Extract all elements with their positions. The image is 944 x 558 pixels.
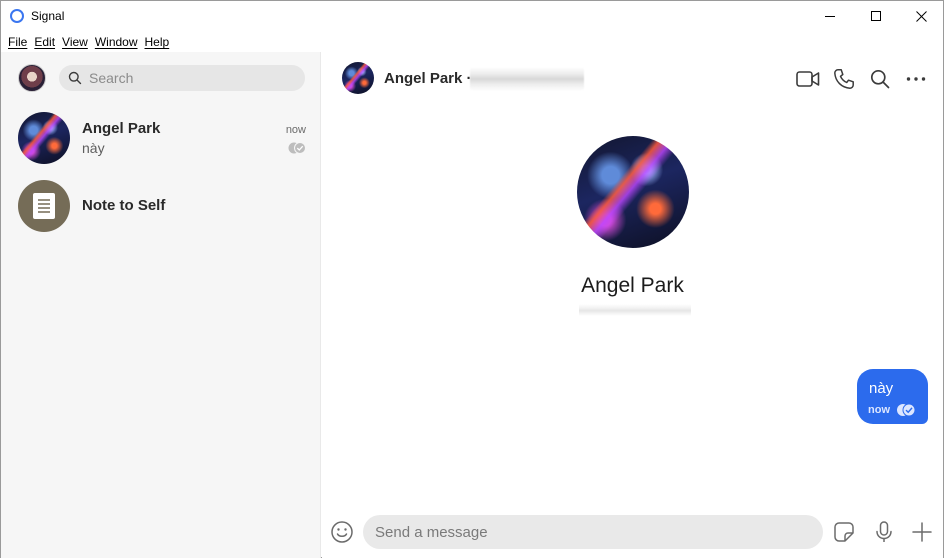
signal-logo-icon [10, 9, 24, 23]
emoji-icon [331, 521, 353, 543]
search-conversation-button[interactable] [867, 66, 893, 92]
close-icon [915, 10, 927, 22]
message-input-placeholder: Send a message [375, 524, 488, 541]
voice-call-icon [834, 69, 854, 89]
menu-help[interactable]: Help [145, 32, 170, 52]
note-icon [33, 193, 55, 219]
conversation-list-pane: Search Angel Park này now Note to Self [1, 52, 321, 558]
menu-window[interactable]: Window [95, 32, 138, 52]
contact-profile-avatar[interactable] [577, 136, 689, 248]
avatar [18, 112, 70, 164]
message-time: now [868, 404, 890, 416]
minimize-button[interactable] [807, 1, 853, 31]
more-icon [906, 77, 926, 81]
conversation-pane: Angel Park · Angel Park này now Send a m… [322, 52, 943, 558]
menu-edit[interactable]: Edit [34, 32, 55, 52]
conversation-header-title[interactable]: Angel Park · [384, 70, 472, 87]
read-receipt-icon [288, 142, 306, 154]
more-options-button[interactable] [903, 66, 929, 92]
close-button[interactable] [898, 1, 944, 31]
microphone-icon [876, 521, 892, 542]
menu-bar: File Edit View Window Help [1, 32, 321, 52]
conversation-item-angel-park[interactable]: Angel Park này now [1, 105, 321, 171]
attachment-button[interactable] [910, 520, 934, 544]
menu-view[interactable]: View [62, 32, 88, 52]
my-profile-avatar[interactable] [18, 64, 46, 92]
plus-icon [912, 522, 932, 542]
video-call-icon [796, 71, 820, 87]
message-input[interactable]: Send a message [363, 515, 823, 549]
search-placeholder: Search [89, 70, 134, 86]
video-call-button[interactable] [795, 66, 821, 92]
sticker-button[interactable] [832, 520, 856, 544]
conversation-preview: này [82, 140, 105, 156]
contact-profile-name: Angel Park [581, 274, 684, 297]
signal-window: Signal File Edit View Window Help Search [0, 0, 944, 558]
conversation-name: Angel Park [82, 120, 161, 137]
minimize-icon [824, 15, 835, 17]
window-title: Signal [31, 9, 65, 23]
conversation-time: now [285, 124, 306, 136]
emoji-button[interactable] [330, 520, 354, 544]
voice-call-button[interactable] [831, 66, 857, 92]
message-text: này [869, 380, 894, 397]
redacted-phone-number [470, 67, 584, 91]
maximize-button[interactable] [853, 1, 899, 31]
search-icon [870, 69, 890, 89]
title-bar: Signal [1, 1, 943, 31]
conversation-header-avatar[interactable] [342, 62, 374, 94]
menu-file[interactable]: File [8, 32, 27, 52]
outgoing-message-bubble[interactable]: này now [857, 369, 928, 424]
redacted-contact-detail [579, 304, 691, 316]
conversation-name: Note to Self [82, 197, 166, 214]
conversation-item-note-to-self[interactable]: Note to Self [1, 173, 321, 239]
voice-note-button[interactable] [872, 520, 896, 544]
maximize-icon [870, 10, 881, 21]
search-input[interactable]: Search [59, 65, 305, 91]
sticker-icon [834, 522, 854, 542]
search-icon [68, 71, 82, 85]
read-receipt-icon [897, 403, 916, 417]
avatar [18, 180, 70, 232]
